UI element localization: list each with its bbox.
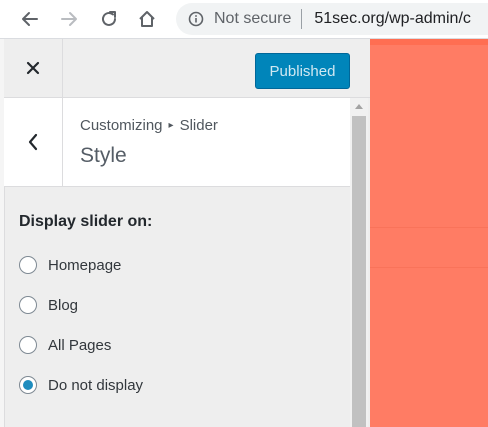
breadcrumb-section: Slider xyxy=(179,117,218,134)
security-status: Not secure xyxy=(214,10,292,27)
close-icon[interactable] xyxy=(4,39,63,97)
breadcrumb: Customizing ▸ Slider xyxy=(80,117,218,134)
omnibox-divider xyxy=(301,9,303,29)
radio-option-blog[interactable]: Blog xyxy=(19,285,339,325)
scrollbar[interactable] xyxy=(350,98,368,427)
back-arrow-icon[interactable] xyxy=(16,5,44,33)
radio-label[interactable]: All Pages xyxy=(48,337,111,354)
radio-option-all-pages[interactable]: All Pages xyxy=(19,325,339,365)
preview-divider xyxy=(370,227,488,228)
customizer-header: Published xyxy=(4,39,370,98)
publish-button[interactable]: Published xyxy=(255,53,350,89)
forward-arrow-icon[interactable] xyxy=(55,5,83,33)
browser-toolbar: Not secure 51sec.org/wp-admin/c xyxy=(0,0,488,39)
breadcrumb-arrow-icon: ▸ xyxy=(168,120,174,131)
info-icon[interactable] xyxy=(188,11,204,27)
scroll-up-icon[interactable] xyxy=(350,98,368,114)
radio-option-do-not-display[interactable]: Do not display xyxy=(19,365,339,405)
radio-button[interactable] xyxy=(19,336,37,354)
site-preview[interactable] xyxy=(370,39,488,427)
control-heading: Display slider on: xyxy=(19,213,153,230)
url-text[interactable]: 51sec.org/wp-admin/c xyxy=(314,10,471,28)
radio-label[interactable]: Do not display xyxy=(48,377,143,394)
radio-option-homepage[interactable]: Homepage xyxy=(19,245,339,285)
radio-label[interactable]: Homepage xyxy=(48,257,121,274)
radio-button[interactable] xyxy=(19,296,37,314)
scrollbar-thumb[interactable] xyxy=(352,116,366,427)
customizer-pane: Published Customizing ▸ Slider Style Displ… xyxy=(0,39,370,427)
breadcrumb-root: Customizing xyxy=(80,117,163,134)
preview-top-band xyxy=(370,39,488,45)
section-title: Style xyxy=(80,144,127,167)
chevron-left-icon[interactable] xyxy=(4,98,63,186)
reload-icon[interactable] xyxy=(95,5,123,33)
section-header: Customizing ▸ Slider Style xyxy=(4,98,350,187)
address-bar[interactable]: Not secure 51sec.org/wp-admin/c xyxy=(176,3,488,35)
slider-display-control: Display slider on: Homepage Blog All Pag… xyxy=(19,213,339,405)
radio-button[interactable] xyxy=(19,256,37,274)
radio-label[interactable]: Blog xyxy=(48,297,78,314)
home-icon[interactable] xyxy=(133,5,161,33)
radio-button-checked[interactable] xyxy=(19,376,37,394)
preview-divider xyxy=(370,267,488,268)
